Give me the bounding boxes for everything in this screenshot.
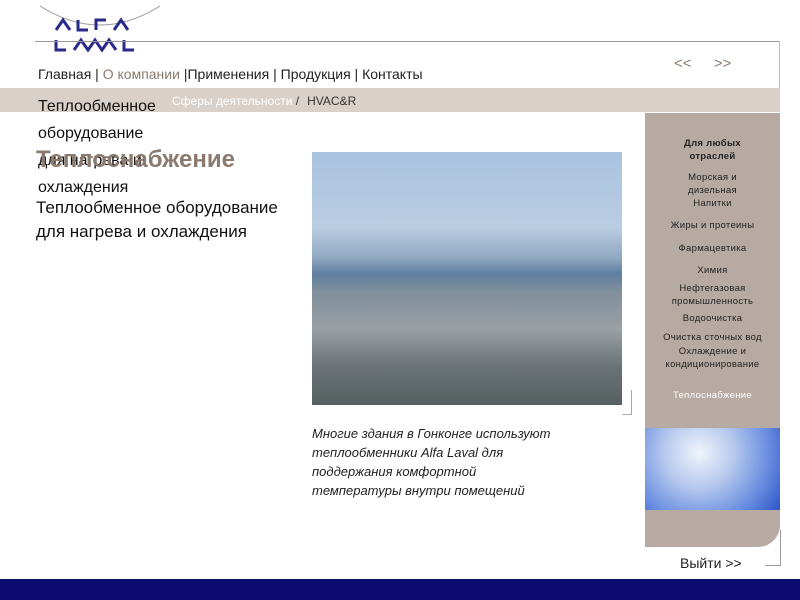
exit-button[interactable]: Выйти >>: [680, 555, 742, 571]
sidebar-item[interactable]: Напитки: [645, 197, 780, 210]
sidebar-item[interactable]: Очистка сточных вод: [645, 331, 780, 344]
header-divider: [35, 41, 780, 42]
sidebar-item-selected[interactable]: Теплоснабжение: [645, 389, 780, 402]
subtitle: Теплообменное оборудование для нагрева и…: [36, 198, 278, 241]
nav-about[interactable]: О компании: [103, 66, 180, 82]
prev-button[interactable]: <<: [674, 55, 692, 72]
water-image: [645, 428, 780, 510]
main-nav: Главная | О компании |Применения | Проду…: [38, 66, 423, 82]
photo-frame: [622, 390, 632, 415]
sidebar-item[interactable]: Фармацевтика: [645, 242, 780, 255]
alfa-laval-logo-icon: [39, 5, 161, 53]
sidebar-item[interactable]: Охлаждение и кондиционирование: [645, 345, 780, 371]
nav-applications[interactable]: Применения: [187, 66, 269, 82]
footer-bar: [0, 579, 800, 600]
nav-home[interactable]: Главная: [38, 66, 91, 82]
nav-contacts[interactable]: Контакты: [362, 66, 422, 82]
photo-caption: Многие здания в Гонконге используют тепл…: [312, 426, 551, 498]
logo[interactable]: [38, 4, 163, 54]
page-title: Теплоснабжение: [36, 146, 235, 173]
breadcrumb-separator: /: [295, 94, 300, 108]
breadcrumb-parent[interactable]: Сферы деятельности: [172, 94, 292, 108]
sidebar-item[interactable]: Нефтегазовая промышленность: [645, 282, 780, 308]
nav-products[interactable]: Продукция: [281, 66, 351, 82]
sidebar-item[interactable]: Химия: [645, 264, 780, 277]
pager: << >>: [674, 55, 731, 72]
hong-kong-photo: [312, 152, 622, 405]
sidebar-item[interactable]: Жиры и протеины: [645, 219, 780, 232]
exit-frame: [765, 530, 781, 566]
sidebar-item[interactable]: Водоочистка: [645, 312, 780, 325]
header-border: [779, 41, 780, 89]
sidebar-header: Для любых отраслей: [684, 138, 741, 162]
breadcrumb: Сферы деятельности / HVAC&R: [172, 94, 356, 108]
breadcrumb-current: HVAC&R: [307, 94, 357, 108]
sidebar-item[interactable]: Морская и дизельная: [645, 171, 780, 197]
next-button[interactable]: >>: [714, 55, 732, 72]
